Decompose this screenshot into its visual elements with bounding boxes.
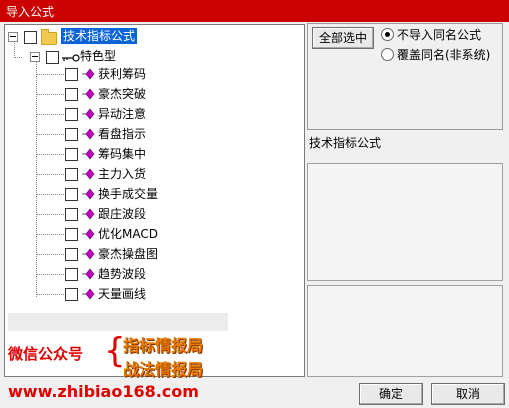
tree-node-group-label[interactable]: 特色型 bbox=[80, 48, 116, 64]
tree-item-label[interactable]: 换手成交量 bbox=[98, 186, 158, 202]
tree-node-root-label[interactable]: 技术指标公式 bbox=[61, 28, 138, 44]
tree-item-label[interactable]: 跟庄波段 bbox=[98, 206, 146, 222]
tree-line bbox=[36, 234, 64, 235]
watermark-line-2: 战法情报局 bbox=[123, 360, 204, 379]
tree-line bbox=[36, 134, 64, 135]
formula-icon bbox=[82, 228, 95, 240]
tree-item-checkbox[interactable] bbox=[65, 128, 78, 141]
tree-item-label[interactable]: 趋势波段 bbox=[98, 266, 146, 282]
tree-line bbox=[36, 62, 37, 297]
window-title: 导入公式 bbox=[6, 5, 55, 19]
group-expander[interactable] bbox=[30, 52, 40, 62]
tree-item-checkbox[interactable] bbox=[65, 148, 78, 161]
formula-icon bbox=[82, 288, 95, 300]
tree-line bbox=[36, 94, 64, 95]
tree-item-label[interactable]: 筹码集中 bbox=[98, 146, 146, 162]
cancel-button[interactable]: 取消 bbox=[431, 383, 505, 405]
formula-icon bbox=[82, 208, 95, 220]
tree-line bbox=[36, 174, 64, 175]
formula-icon bbox=[82, 148, 95, 160]
tree-item-checkbox[interactable] bbox=[65, 268, 78, 281]
tree-line bbox=[36, 194, 64, 195]
key-icon bbox=[62, 54, 80, 62]
tree-item-label[interactable]: 豪杰突破 bbox=[98, 86, 146, 102]
tree-item-checkbox[interactable] bbox=[65, 68, 78, 81]
tree-item-label[interactable]: 异动注意 bbox=[98, 106, 146, 122]
ok-button[interactable]: 确定 bbox=[359, 383, 423, 405]
options-panel bbox=[307, 23, 503, 130]
tree-item-checkbox[interactable] bbox=[65, 168, 78, 181]
tree-item-checkbox[interactable] bbox=[65, 188, 78, 201]
tree-item-checkbox[interactable] bbox=[65, 248, 78, 261]
formula-icon bbox=[82, 268, 95, 280]
tree-empty-strip bbox=[8, 313, 228, 331]
tree-item-checkbox[interactable] bbox=[65, 288, 78, 301]
tree-line bbox=[36, 254, 64, 255]
tree-item-label[interactable]: 看盘指示 bbox=[98, 126, 146, 142]
tree-item-label[interactable]: 获利筹码 bbox=[98, 66, 146, 82]
group-checkbox[interactable] bbox=[46, 51, 59, 64]
tree-item-label[interactable]: 天量画线 bbox=[98, 286, 146, 302]
root-expander[interactable] bbox=[8, 32, 18, 42]
watermark-url: www.zhibiao168.com bbox=[8, 382, 199, 401]
formula-icon bbox=[82, 108, 95, 120]
formula-icon bbox=[82, 68, 95, 80]
formula-icon bbox=[82, 188, 95, 200]
tree-item-checkbox[interactable] bbox=[65, 88, 78, 101]
tree-item-checkbox[interactable] bbox=[65, 228, 78, 241]
formula-description-panel[interactable] bbox=[307, 285, 503, 377]
title-bar: 导入公式 bbox=[0, 0, 509, 22]
tree-item-label[interactable]: 豪杰操盘图 bbox=[98, 246, 158, 262]
formula-icon bbox=[82, 128, 95, 140]
formula-type-label: 技术指标公式 bbox=[309, 136, 382, 150]
formula-icon bbox=[82, 248, 95, 260]
formula-icon bbox=[82, 88, 95, 100]
tree-line bbox=[36, 274, 64, 275]
formula-params-panel[interactable] bbox=[307, 163, 503, 281]
tree-line bbox=[36, 214, 64, 215]
tree-line bbox=[36, 154, 64, 155]
watermark-wechat-label: 微信公众号 bbox=[8, 345, 84, 363]
root-checkbox[interactable] bbox=[24, 31, 37, 44]
watermark-line-1: 指标情报局 bbox=[123, 336, 204, 355]
tree-line bbox=[14, 40, 15, 58]
tree-line bbox=[36, 74, 64, 75]
tree-item-label[interactable]: 优化MACD bbox=[98, 226, 158, 242]
folder-icon bbox=[41, 29, 57, 45]
tree-item-label[interactable]: 主力入货 bbox=[98, 166, 146, 182]
tree-item-checkbox[interactable] bbox=[65, 208, 78, 221]
tree-item-checkbox[interactable] bbox=[65, 108, 78, 121]
tree-line bbox=[14, 57, 22, 58]
tree-line bbox=[36, 114, 64, 115]
tree-line bbox=[36, 294, 64, 295]
formula-icon bbox=[82, 168, 95, 180]
